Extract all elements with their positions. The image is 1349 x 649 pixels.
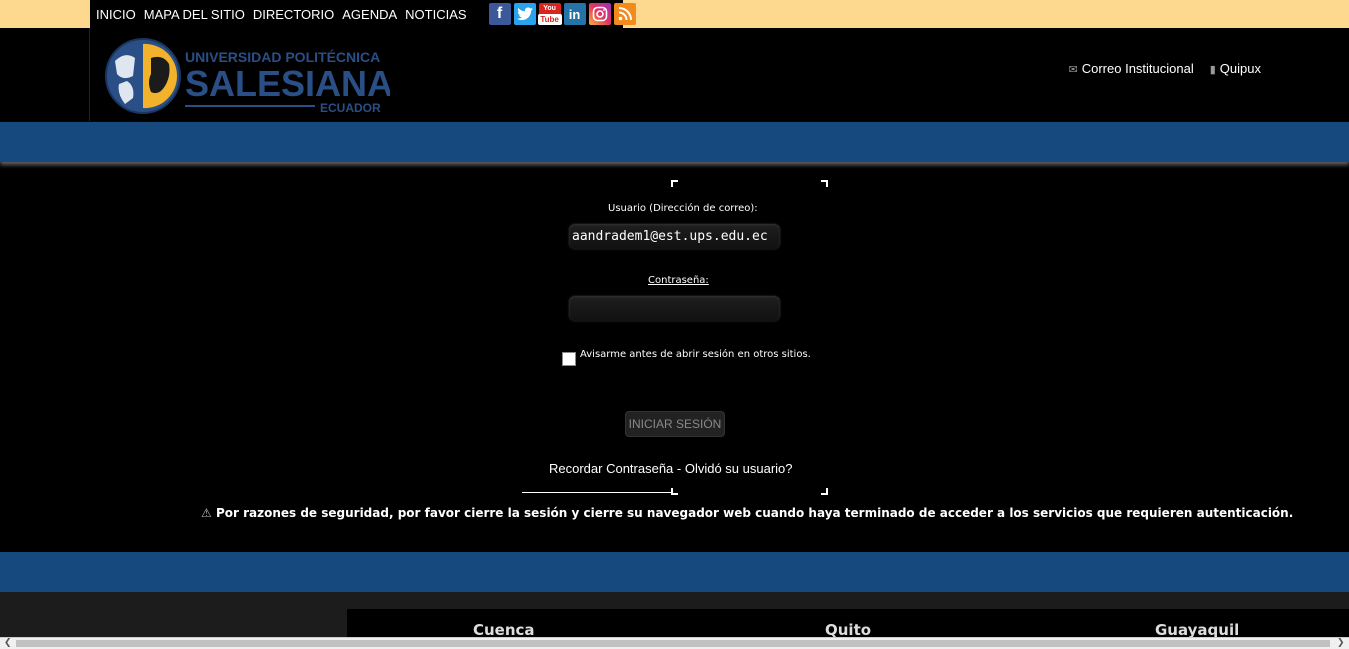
footer-tab (0, 609, 347, 639)
footer-top-row (0, 592, 1349, 609)
university-logo[interactable]: UNIVERSIDAD POLITÉCNICA SALESIANA ECUADO… (105, 36, 390, 116)
frame-corner (821, 488, 828, 495)
linkedin-icon[interactable]: in (563, 3, 586, 25)
recover-links[interactable]: Recordar Contraseña - Olvidó su usuario? (549, 461, 793, 476)
header-band (0, 122, 1349, 162)
site-header: UNIVERSIDAD POLITÉCNICA SALESIANA ECUADO… (89, 28, 1271, 121)
top-strip-right (1262, 0, 1349, 28)
quipux-link[interactable]: ▮ Quipux (1210, 61, 1261, 76)
scroll-right-icon[interactable]: ❯ (1337, 638, 1345, 649)
footer-band (0, 552, 1349, 592)
twitter-icon[interactable] (513, 3, 536, 25)
nav-directorio[interactable]: DIRECTORIO (253, 7, 334, 22)
envelope-icon: ✉ (1068, 64, 1078, 76)
username-input[interactable] (569, 224, 780, 249)
frame-corner (821, 180, 828, 187)
institutional-mail-link[interactable]: ✉ Correo Institucional (1069, 61, 1194, 76)
nav-agenda[interactable]: AGENDA (342, 7, 397, 22)
svg-text:ECUADOR: ECUADOR (320, 101, 381, 115)
username-label: Usuario (Dirección de correo): (608, 203, 758, 214)
document-icon: ▮ (1209, 64, 1216, 76)
scroll-left-icon[interactable]: ❮ (4, 638, 12, 649)
warn-checkbox-label[interactable]: Avisarme antes de abrir sesión en otros … (580, 349, 811, 360)
frame-corner (671, 180, 678, 187)
nav-inicio[interactable]: INICIO (96, 7, 136, 22)
security-warning: ⚠ Por razones de seguridad, por favor ci… (201, 506, 1294, 520)
warn-checkbox[interactable] (562, 352, 576, 366)
social-links: f You Tube in (488, 3, 636, 25)
frame-corner (671, 488, 678, 495)
svg-text:SALESIANA: SALESIANA (185, 63, 390, 104)
header-links: ✉ Correo Institucional ▮ Quipux (1069, 61, 1261, 76)
facebook-icon[interactable]: f (488, 3, 511, 25)
password-input[interactable] (569, 296, 780, 321)
warning-icon: ⚠ (201, 506, 212, 520)
horizontal-scrollbar[interactable]: ❮ ❯ (0, 637, 1349, 649)
nav-mapa-del-sitio[interactable]: MAPA DEL SITIO (144, 7, 245, 22)
instagram-icon[interactable] (588, 3, 611, 25)
login-button[interactable]: INICIAR SESIÓN (625, 411, 725, 437)
frame-bottom-line (522, 492, 672, 493)
top-navigation: INICIO MAPA DEL SITIO DIRECTORIO AGENDA … (90, 0, 636, 28)
nav-noticias[interactable]: NOTICIAS (405, 7, 466, 22)
password-label: Contraseña: (648, 275, 709, 286)
rss-icon[interactable] (613, 3, 636, 25)
scrollbar-thumb[interactable] (16, 640, 1330, 647)
youtube-icon[interactable]: You Tube (537, 3, 562, 25)
